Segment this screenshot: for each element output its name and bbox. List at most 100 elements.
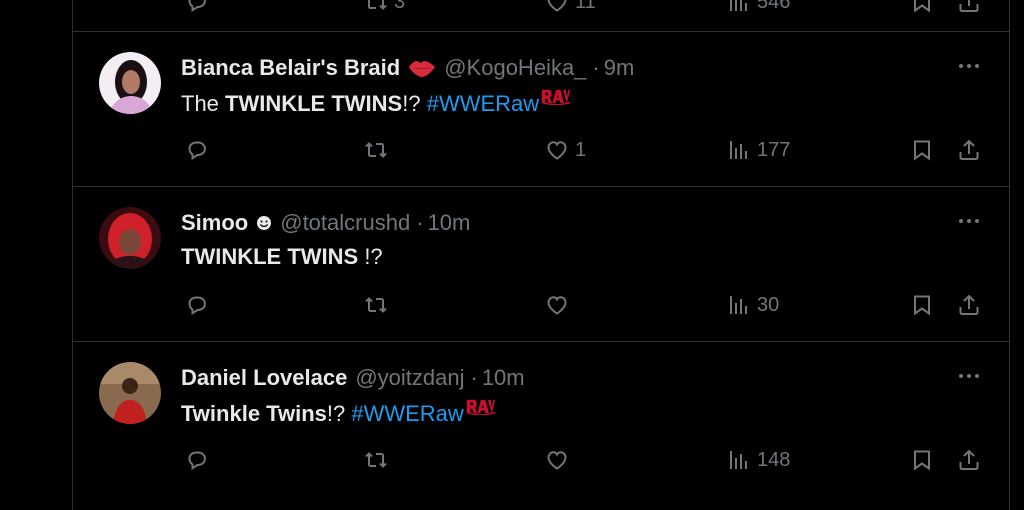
text-segment: !? <box>358 244 383 269</box>
like-button[interactable] <box>545 448 575 472</box>
reply-button[interactable] <box>185 293 209 317</box>
share-button[interactable] <box>957 138 981 162</box>
reply-icon <box>185 448 209 472</box>
smiley-emoji-icon <box>256 215 272 231</box>
share-icon <box>957 293 981 317</box>
display-name[interactable]: Bianca Belair's Braid <box>181 55 400 81</box>
reply-button[interactable] <box>185 138 209 162</box>
avatar[interactable] <box>99 52 161 114</box>
display-name[interactable]: Daniel Lovelace <box>181 365 347 391</box>
retweet-icon <box>364 293 388 317</box>
tweet-actions: 30 <box>73 293 1009 321</box>
tweet[interactable]: Simoo @totalcrushd · 10m TWINKLE TWINS !… <box>73 187 1009 342</box>
tweet-actions: 1 177 <box>73 138 1009 166</box>
retweet-button[interactable] <box>364 293 388 317</box>
user-handle[interactable]: @KogoHeika_ <box>444 55 586 81</box>
avatar[interactable] <box>99 362 161 424</box>
user-handle[interactable]: @yoitzdanj <box>355 365 464 391</box>
tweet-header: Bianca Belair's Braid @KogoHeika_ · 9m <box>181 55 634 81</box>
lips-emoji-icon <box>408 58 436 78</box>
raw-logo-icon <box>541 89 571 105</box>
like-count: 1 <box>575 138 587 161</box>
more-icon <box>957 366 981 386</box>
like-button[interactable]: 1 <box>545 138 586 162</box>
more-icon <box>957 211 981 231</box>
share-button[interactable] <box>957 448 981 472</box>
like-icon <box>545 138 569 162</box>
retweet-button[interactable] <box>364 448 388 472</box>
hashtag-link[interactable]: #WWERaw <box>351 401 463 426</box>
text-segment: !? <box>326 401 352 426</box>
views-button[interactable]: 30 <box>727 293 779 317</box>
views-button[interactable]: 148 <box>727 448 790 472</box>
like-button[interactable] <box>545 293 575 317</box>
more-options-button[interactable] <box>957 56 981 76</box>
retweet-count: 3 <box>394 0 406 13</box>
bookmark-button[interactable] <box>910 448 934 472</box>
views-button[interactable]: 546 <box>727 0 790 14</box>
retweet-button[interactable] <box>364 138 388 162</box>
share-icon <box>957 138 981 162</box>
like-button[interactable]: 11 <box>545 0 596 14</box>
bookmark-button[interactable] <box>910 138 934 162</box>
tweet-header: Daniel Lovelace @yoitzdanj · 10m <box>181 365 525 391</box>
share-icon <box>957 0 981 14</box>
text-bold: TWINKLE TWINS <box>225 91 403 116</box>
tweet-text: Twinkle Twins!? #WWERaw <box>181 399 496 427</box>
timeline: 3 11 546 Bianca Belair's Braid @KogoHeik… <box>72 0 1010 510</box>
reply-icon <box>185 293 209 317</box>
like-count: 11 <box>575 0 596 13</box>
reply-button[interactable] <box>185 0 209 14</box>
reply-icon <box>185 138 209 162</box>
reply-button[interactable] <box>185 448 209 472</box>
separator-dot: · <box>470 365 478 390</box>
timestamp[interactable]: 10m <box>482 365 525 391</box>
views-icon <box>727 0 751 14</box>
views-count: 546 <box>757 0 791 13</box>
retweet-icon <box>364 138 388 162</box>
tweet-text: TWINKLE TWINS !? <box>181 244 383 270</box>
like-icon <box>545 293 569 317</box>
views-count: 177 <box>757 138 791 161</box>
like-icon <box>545 0 569 14</box>
more-icon <box>957 56 981 76</box>
text-bold: Twinkle Twins <box>181 401 327 426</box>
timestamp[interactable]: 9m <box>604 55 635 81</box>
tweet-partial[interactable]: 3 11 546 <box>73 0 1009 32</box>
share-icon <box>957 448 981 472</box>
views-count: 148 <box>757 448 791 471</box>
tweet-actions: 148 <box>73 448 1009 476</box>
views-button[interactable]: 177 <box>727 138 790 162</box>
tweet[interactable]: Daniel Lovelace @yoitzdanj · 10m Twinkle… <box>73 342 1009 510</box>
text-segment: The <box>181 91 226 116</box>
hashtag-link[interactable]: #WWERaw <box>427 91 539 116</box>
tweet-text: The TWINKLE TWINS!? #WWERaw <box>181 89 571 117</box>
retweet-icon <box>364 0 388 14</box>
share-button[interactable] <box>957 0 981 14</box>
like-icon <box>545 448 569 472</box>
retweet-icon <box>364 448 388 472</box>
views-icon <box>727 448 751 472</box>
avatar[interactable] <box>99 207 161 269</box>
views-icon <box>727 138 751 162</box>
timestamp[interactable]: 10m <box>428 210 471 236</box>
display-name[interactable]: Simoo <box>181 210 248 236</box>
retweet-button[interactable]: 3 <box>364 0 405 14</box>
reply-icon <box>185 0 209 14</box>
user-handle[interactable]: @totalcrushd <box>280 210 410 236</box>
views-icon <box>727 293 751 317</box>
tweet[interactable]: Bianca Belair's Braid @KogoHeika_ · 9m T… <box>73 32 1009 187</box>
separator-dot: · <box>592 55 600 80</box>
share-button[interactable] <box>957 293 981 317</box>
bookmark-icon <box>910 0 934 14</box>
more-options-button[interactable] <box>957 366 981 386</box>
bookmark-icon <box>910 448 934 472</box>
separator-dot: · <box>416 210 424 235</box>
text-bold: TWINKLE TWINS <box>181 244 359 269</box>
more-options-button[interactable] <box>957 211 981 231</box>
bookmark-button[interactable] <box>910 293 934 317</box>
raw-logo-icon <box>466 399 496 415</box>
tweet-header: Simoo @totalcrushd · 10m <box>181 210 470 236</box>
bookmark-button[interactable] <box>910 0 934 14</box>
views-count: 30 <box>757 293 780 316</box>
